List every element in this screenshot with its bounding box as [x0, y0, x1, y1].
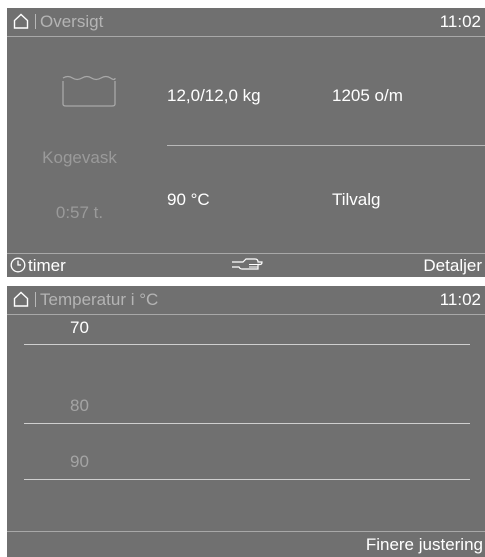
overview-screen: Oversigt 11:02 Kogevask 0:57 t. 12,0/12,… — [7, 8, 485, 277]
header-divider — [35, 292, 36, 307]
header-divider-line — [7, 36, 485, 37]
extras-button[interactable]: Tilvalg — [332, 190, 381, 210]
temperature-option-70[interactable]: 70 — [24, 309, 470, 345]
option-label: 90 — [70, 452, 89, 471]
program-duration: 0:57 t. — [55, 203, 104, 222]
touch-hand-icon[interactable] — [231, 257, 263, 271]
details-button[interactable]: Detaljer — [423, 256, 482, 276]
temperature-value[interactable]: 90 °C — [167, 190, 210, 210]
spin-speed-value[interactable]: 1205 o/m — [332, 86, 403, 106]
fine-adjust-button[interactable]: Finere justering — [366, 535, 483, 555]
header-divider — [35, 14, 36, 29]
option-label: 70 — [70, 318, 89, 337]
clock-time: 11:02 — [439, 290, 481, 309]
wash-tub-icon — [62, 75, 116, 107]
footer-divider — [7, 531, 485, 532]
page-title: Temperatur i °C — [40, 290, 159, 309]
timer-button[interactable]: timer — [28, 256, 66, 276]
home-icon[interactable] — [13, 13, 29, 29]
home-icon[interactable] — [13, 291, 29, 307]
list-divider — [24, 479, 470, 480]
temperature-option-90[interactable]: 90 — [24, 424, 470, 480]
footer-divider — [7, 253, 485, 254]
values-divider — [167, 145, 485, 146]
list-divider — [24, 344, 470, 345]
clock-icon[interactable] — [10, 257, 26, 273]
load-value[interactable]: 12,0/12,0 kg — [167, 86, 261, 106]
option-label: 80 — [70, 396, 89, 415]
clock-time: 11:02 — [439, 12, 481, 31]
page-title: Oversigt — [40, 12, 104, 31]
overview-header: Oversigt 11:02 — [7, 8, 485, 36]
temperature-screen: Temperatur i °C 11:02 70 80 90 Finere ju… — [7, 286, 485, 557]
temperature-option-80[interactable]: 80 — [24, 367, 470, 424]
program-name[interactable]: Kogevask — [7, 148, 152, 168]
